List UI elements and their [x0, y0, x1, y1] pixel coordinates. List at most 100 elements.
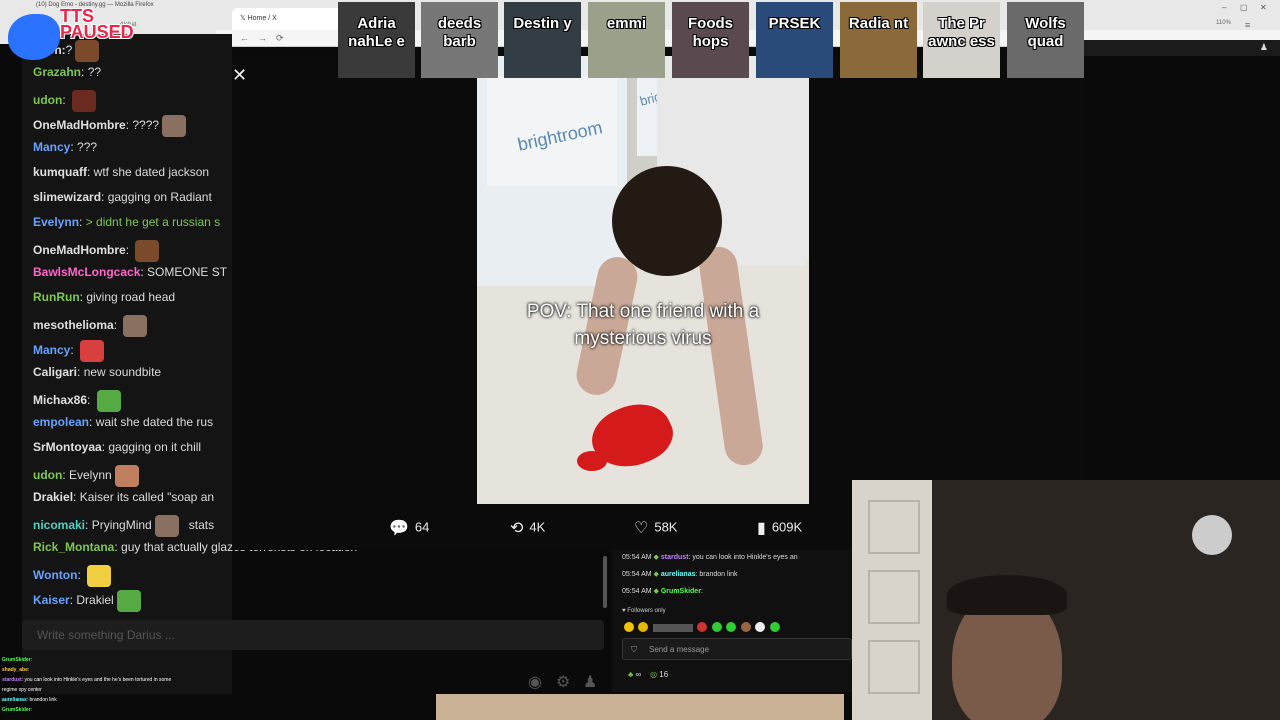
- chat-input[interactable]: Write something Darius ...: [22, 620, 604, 650]
- emote-icon[interactable]: [726, 622, 737, 632]
- twitch-username[interactable]: stardust: [661, 554, 689, 561]
- streamer-tile[interactable]: Destin y: [504, 2, 581, 78]
- streamer-hair: [947, 575, 1067, 615]
- chat-username[interactable]: OneMadHombre: [33, 243, 126, 257]
- chat-username[interactable]: empolean: [33, 415, 89, 429]
- emote-icon[interactable]: [624, 622, 634, 632]
- emote-icon[interactable]: [740, 622, 751, 632]
- bar-chart-icon: ▮: [757, 520, 766, 537]
- streamer-name: Foods hops: [688, 15, 733, 50]
- emote-icon[interactable]: [652, 624, 693, 632]
- emote-icon[interactable]: [697, 622, 708, 632]
- chat-text: Drakiel: [76, 593, 114, 608]
- person-head: [612, 166, 722, 276]
- emote-icon[interactable]: [638, 622, 649, 632]
- twitch-message: 05:54 AM ◆ stardust: you can look into H…: [622, 553, 798, 561]
- chat-username[interactable]: Drakiel: [33, 490, 73, 504]
- chat-username[interactable]: Michax86: [33, 393, 87, 407]
- streamer-tile[interactable]: emmi: [588, 2, 665, 78]
- reply-count: 64: [414, 519, 430, 535]
- mini-chat-message: GrumSkider:: [2, 657, 32, 663]
- chat-text: Kaiser its called "soap an: [79, 490, 215, 504]
- mini-text: regime spy center: [2, 687, 42, 693]
- mini-chat-message: aurelianas: brandon link: [2, 697, 57, 703]
- tab-home-x[interactable]: 𝕏 Home / X: [232, 8, 342, 30]
- chat-username[interactable]: SrMontoyaa: [33, 440, 102, 454]
- mini-username: GrumSkider: [2, 707, 31, 713]
- chat-username[interactable]: kumquaff: [33, 165, 87, 179]
- mini-username: aurelianas: [2, 697, 27, 703]
- eye-icon[interactable]: ◉: [528, 672, 542, 692]
- mini-text: : brandon link: [26, 697, 57, 703]
- chat-username[interactable]: Evelynn: [33, 215, 79, 229]
- mini-chat-message: regime spy center: [2, 687, 42, 693]
- view-count: 609K: [771, 519, 803, 535]
- chat-username[interactable]: Wonton: [33, 568, 77, 582]
- webcam-feed: [852, 480, 1280, 720]
- chat-scrollbar[interactable]: [603, 556, 607, 608]
- chat-username[interactable]: nicomaki: [33, 518, 85, 532]
- like-count: 58K: [654, 519, 678, 535]
- chat-username[interactable]: Mancy: [33, 343, 70, 357]
- maximize-icon[interactable]: ▢: [1240, 3, 1248, 12]
- chat-text: wtf she dated jackson: [93, 165, 210, 179]
- chat-message: Caligari: new soundbite: [33, 365, 161, 379]
- tweet-video[interactable]: brightroom brightroom POV: That one frie…: [477, 56, 809, 504]
- streamer-name: Wolfs quad: [1025, 15, 1066, 50]
- send-message-input[interactable]: ⛉ Send a message: [622, 638, 852, 660]
- streamer-tile[interactable]: Adria nahLe e: [338, 2, 415, 78]
- users-icon[interactable]: ♟: [583, 672, 597, 692]
- menu-icon[interactable]: ≡: [1245, 20, 1250, 30]
- streamer-tile[interactable]: deeds barb: [421, 2, 498, 78]
- forward-icon[interactable]: →: [258, 33, 267, 43]
- streamer-tile[interactable]: The Pr awnc ess: [923, 2, 1000, 78]
- emote-bar[interactable]: [624, 619, 804, 633]
- streamer-tile[interactable]: Foods hops: [672, 2, 749, 78]
- close-window-icon[interactable]: ✕: [1260, 3, 1267, 12]
- chat-username[interactable]: Grazahn: [33, 65, 81, 79]
- chat-message: OneMadHombre: ????: [33, 115, 187, 137]
- like-button[interactable]: ♡ 58K: [634, 518, 677, 538]
- chat-username[interactable]: udon: [33, 468, 62, 482]
- streamer-tile[interactable]: Radia nt: [840, 2, 917, 78]
- close-icon[interactable]: ✕: [232, 65, 247, 86]
- channel-points[interactable]: ♣ ∞ ◎ 16: [628, 670, 668, 679]
- timestamp: 05:54 AM: [622, 571, 652, 578]
- minimize-icon[interactable]: –: [1222, 3, 1226, 12]
- chat-username[interactable]: OneMadHombre: [33, 118, 126, 132]
- back-icon[interactable]: ←: [240, 33, 249, 43]
- twitch-username[interactable]: GrumSkider: [661, 588, 701, 595]
- chat-text: new soundbite: [83, 365, 162, 379]
- emote-icon[interactable]: [769, 622, 780, 632]
- streamer-tile[interactable]: Wolfs quad: [1007, 2, 1084, 78]
- shield-icon: ⛉: [631, 645, 637, 654]
- refresh-icon[interactable]: ⟳: [276, 33, 284, 44]
- door-panel: [868, 500, 920, 554]
- badge-icon: ◆: [651, 588, 661, 595]
- chat-username[interactable]: mesothelioma: [33, 318, 114, 332]
- twitch-message: 05:54 AM ◆ GrumSkider:: [622, 587, 703, 595]
- emote-icon[interactable]: [755, 622, 766, 632]
- chat-username[interactable]: Caligari: [33, 365, 77, 379]
- chat-username[interactable]: BawlsMcLongcack: [33, 265, 140, 279]
- chat-username[interactable]: udon: [33, 93, 62, 107]
- twitch-username[interactable]: aurelianas: [661, 571, 696, 578]
- reply-button[interactable]: 💬 64: [389, 518, 429, 538]
- gear-icon[interactable]: ⚙: [556, 672, 570, 692]
- chat-username[interactable]: RunRun: [33, 290, 80, 304]
- chat-message: BawlsMcLongcack: SOMEONE ST: [33, 265, 227, 279]
- streamer-name: Destin y: [513, 15, 572, 32]
- user-icon[interactable]: ♟: [1260, 42, 1268, 53]
- views-button[interactable]: ▮ 609K: [757, 518, 802, 538]
- chat-username[interactable]: slimewizard: [33, 190, 101, 204]
- chat-message: SrMontoyaa: gagging on it chill: [33, 440, 201, 454]
- emote-icon: [80, 340, 105, 362]
- chat-username[interactable]: Kaiser: [33, 593, 70, 607]
- chat-username[interactable]: Rick_Montana: [33, 540, 114, 554]
- emote-icon[interactable]: [711, 622, 722, 632]
- chat-username[interactable]: Mancy: [33, 140, 70, 154]
- door: [852, 480, 932, 720]
- streamer-name: The Pr awnc ess: [928, 15, 995, 50]
- repost-button[interactable]: ⟲ 4K: [510, 518, 545, 538]
- streamer-tile[interactable]: PRSEK: [756, 2, 833, 78]
